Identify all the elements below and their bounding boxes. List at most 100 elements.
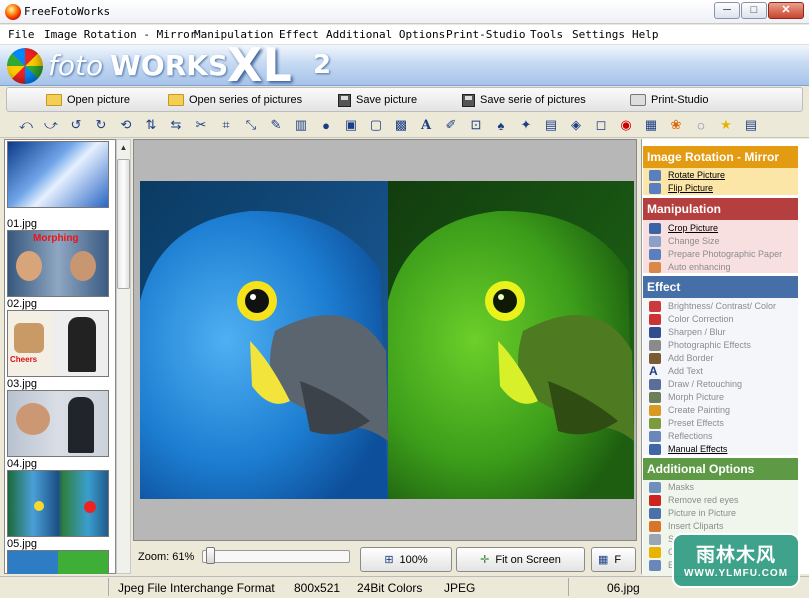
reflections-link[interactable]: Reflections — [668, 431, 713, 441]
star-icon[interactable]: ★ — [717, 116, 735, 134]
sharpen-icon[interactable]: ▣ — [342, 116, 360, 134]
save-series-button[interactable]: Save serie of pictures — [462, 91, 586, 109]
auto-enhancing-link[interactable]: Auto enhancing — [668, 262, 731, 272]
morph-picture-link[interactable]: Morph Picture — [668, 392, 724, 402]
reflections-icon[interactable]: ▤ — [542, 116, 560, 134]
scroll-up-arrow-icon[interactable]: ▲ — [116, 140, 131, 155]
section-effect[interactable]: Effect — [643, 276, 798, 298]
draw-retouching-link[interactable]: Draw / Retouching — [668, 379, 742, 389]
thumbnail-03[interactable]: Cheers — [7, 310, 109, 377]
preset-effects-icon — [649, 418, 661, 429]
menu-tools[interactable]: Tools — [530, 28, 563, 41]
rotate-right-icon[interactable]: ⤻ — [42, 116, 60, 134]
face-shape — [70, 251, 96, 281]
print-studio-button[interactable]: Print-Studio — [630, 91, 708, 109]
scroll-thumb[interactable] — [117, 159, 130, 289]
zoom-100-button[interactable]: ⊞ 100% — [360, 547, 452, 572]
menu-image-rotation[interactable]: Image Rotation - Mirror — [44, 28, 196, 41]
mask-icon[interactable]: ◻ — [592, 116, 610, 134]
add-border-link[interactable]: Add Border — [668, 353, 714, 363]
section-image-rotation[interactable]: Image Rotation - Mirror — [643, 146, 798, 168]
scissors-icon[interactable]: ✂ — [192, 116, 210, 134]
thumbnail-05[interactable] — [7, 470, 109, 537]
clipart-icon — [649, 521, 661, 532]
sharpen-icon — [649, 327, 661, 338]
menu-settings[interactable]: Settings — [572, 28, 625, 41]
menu-print-studio[interactable]: Print-Studio — [446, 28, 525, 41]
resize-icon[interactable]: ⤡ — [242, 116, 260, 134]
red-eye-icon[interactable]: ◉ — [617, 116, 635, 134]
remove-red-eyes-link[interactable]: Remove red eyes — [668, 495, 739, 505]
speech-bubble-icon[interactable]: ◌ — [692, 116, 710, 134]
border-icon[interactable]: ▩ — [392, 116, 410, 134]
window-title: FreeFotoWorks — [24, 5, 111, 18]
rotate-ccw-icon[interactable]: ↺ — [67, 116, 85, 134]
thumbnail-02[interactable]: Morphing — [7, 230, 109, 297]
section-additional-options[interactable]: Additional Options — [643, 458, 798, 480]
sharpen-blur-link[interactable]: Sharpen / Blur — [668, 327, 726, 337]
rotate-angle-icon[interactable]: ⟲ — [117, 116, 135, 134]
rotate-left-icon[interactable]: ⤺ — [17, 116, 35, 134]
rotate-picture-link[interactable]: Rotate Picture — [668, 170, 725, 180]
brightness-icon — [649, 301, 661, 312]
levels-icon[interactable]: ▥ — [292, 116, 310, 134]
paper-icon — [649, 249, 661, 260]
color-correction-link[interactable]: Color Correction — [668, 314, 734, 324]
manual-effects-link[interactable]: Manual Effects — [668, 444, 727, 454]
thumbnail-label: 04.jpg — [7, 458, 37, 470]
preset-effects-link[interactable]: Preset Effects — [668, 418, 724, 428]
create-painting-link[interactable]: Create Painting — [668, 405, 730, 415]
picture-in-picture-link[interactable]: Picture in Picture — [668, 508, 736, 518]
option-icon — [649, 534, 661, 545]
auto-enhance-icon — [649, 262, 661, 273]
rotate-cw-icon[interactable]: ↻ — [92, 116, 110, 134]
section-manipulation[interactable]: Manipulation — [643, 198, 798, 220]
color-correction-icon — [649, 314, 661, 325]
grid-icon: ▦ — [598, 554, 609, 566]
crop-picture-link[interactable]: Crop Picture — [668, 223, 718, 233]
menu-help[interactable]: Help — [632, 28, 659, 41]
camera-icon[interactable]: ▢ — [367, 116, 385, 134]
text-icon[interactable]: A — [417, 116, 435, 134]
open-series-button[interactable]: Open series of pictures — [168, 91, 302, 109]
menu-additional-options[interactable]: Additional Options — [326, 28, 445, 41]
save-picture-button[interactable]: Save picture — [338, 91, 417, 109]
painting-icon[interactable]: ♠ — [492, 116, 510, 134]
morph-icon[interactable]: ⊡ — [467, 116, 485, 134]
fit-on-screen-label: Fit on Screen — [495, 553, 561, 566]
preset-effects-icon[interactable]: ✦ — [517, 116, 535, 134]
photo-effects-icon — [649, 340, 661, 351]
clipart-icon[interactable]: ❀ — [667, 116, 685, 134]
flip-vertical-icon[interactable]: ⇅ — [142, 116, 160, 134]
close-button[interactable]: ✕ — [768, 2, 804, 19]
photographic-effects-link[interactable]: Photographic Effects — [668, 340, 751, 350]
thumbnail-06[interactable] — [7, 550, 109, 574]
color-correction-icon[interactable]: ● — [317, 116, 335, 134]
menu-file[interactable]: File — [8, 28, 35, 41]
maximize-button[interactable]: □ — [741, 2, 767, 19]
fullscreen-button[interactable]: ▦ F — [591, 547, 636, 572]
crop-icon[interactable]: ⌗ — [217, 116, 235, 134]
change-size-link[interactable]: Change Size — [668, 236, 720, 246]
minimize-button[interactable]: ─ — [714, 2, 740, 19]
open-picture-button[interactable]: Open picture — [46, 91, 130, 109]
brightness-contrast-link[interactable]: Brightness/ Contrast/ Color — [668, 301, 776, 311]
fit-on-screen-button[interactable]: ✛ Fit on Screen — [456, 547, 585, 572]
draw-icon — [649, 379, 661, 390]
print-studio-label: Print-Studio — [651, 94, 709, 106]
batch-icon[interactable]: ▤ — [742, 116, 760, 134]
zoom-slider-knob[interactable] — [206, 547, 215, 564]
wand-icon[interactable]: ✎ — [267, 116, 285, 134]
prepare-photographic-paper-link[interactable]: Prepare Photographic Paper — [668, 249, 782, 259]
add-text-link[interactable]: Add Text — [668, 366, 703, 376]
masks-link[interactable]: Masks — [668, 482, 694, 492]
thumbnail-04[interactable] — [7, 390, 109, 457]
draw-icon[interactable]: ✐ — [442, 116, 460, 134]
insert-cliparts-link[interactable]: Insert Cliparts — [668, 521, 724, 531]
flip-horizontal-icon[interactable]: ⇆ — [167, 116, 185, 134]
picture-in-picture-icon[interactable]: ▦ — [642, 116, 660, 134]
manual-effects-icon[interactable]: ◈ — [567, 116, 585, 134]
flip-picture-link[interactable]: Flip Picture — [668, 183, 713, 193]
thumbnail-01[interactable] — [7, 141, 109, 208]
zoom-slider[interactable] — [202, 550, 350, 563]
